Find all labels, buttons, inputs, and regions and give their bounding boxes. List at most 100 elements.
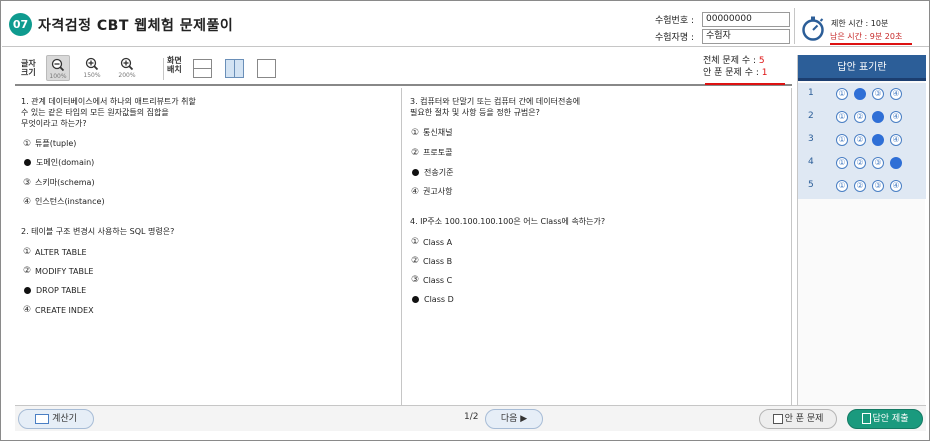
- layout-single-button[interactable]: [257, 59, 276, 78]
- answer-sheet-title: 답안 표기란: [798, 55, 926, 81]
- zoom-150-button[interactable]: 150%: [80, 55, 104, 81]
- question-1-option-3[interactable]: ③ 스키마(schema): [23, 177, 95, 188]
- question-2-option-4[interactable]: ④ CREATE INDEX: [23, 305, 94, 315]
- question-4-option-1[interactable]: ① Class A: [411, 237, 452, 247]
- answer-choice-1[interactable]: ①: [836, 180, 848, 192]
- answer-choice-4-selected[interactable]: [890, 157, 902, 169]
- option-text: Class B: [423, 256, 453, 266]
- option-text: DROP TABLE: [36, 286, 87, 295]
- answer-choice-3-selected[interactable]: [872, 134, 884, 146]
- question-3-option-3[interactable]: 전송기준: [411, 167, 453, 178]
- question-2-text: 2. 테이블 구조 변경시 사용하는 SQL 명령은?: [21, 226, 174, 237]
- question-3-option-4[interactable]: ④ 권고사항: [411, 186, 452, 197]
- option-text: CREATE INDEX: [35, 305, 94, 315]
- question-3-option-1[interactable]: ① 통신채널: [411, 127, 452, 138]
- question-1-line: 수 있는 같은 타입의 모든 원자값들의 집합을: [21, 108, 169, 117]
- submit-answers-button[interactable]: 답안 제출: [847, 409, 923, 429]
- total-questions: 전체 문제 수 : 5: [703, 55, 768, 67]
- answer-choice-1[interactable]: ①: [836, 88, 848, 100]
- layout-one-column-button[interactable]: [193, 59, 212, 78]
- zoom-in-large-icon: [120, 57, 134, 71]
- answer-choice-2[interactable]: ②: [854, 111, 866, 123]
- calculator-button[interactable]: 계산기: [18, 409, 94, 429]
- time-left-label: 남은 시간 :: [830, 32, 868, 41]
- page-indicator: 1/2: [464, 412, 479, 422]
- exam-number-badge: 07: [9, 13, 32, 36]
- answer-choice-1[interactable]: ①: [836, 157, 848, 169]
- answer-choice-4[interactable]: ④: [890, 134, 902, 146]
- answer-choice-1[interactable]: ①: [836, 111, 848, 123]
- zoom-100-button[interactable]: 100%: [46, 55, 70, 81]
- option-text: 통신채널: [423, 128, 453, 137]
- next-page-button[interactable]: 다음 ▶: [485, 409, 543, 429]
- question-2-option-2[interactable]: ② MODIFY TABLE: [23, 266, 94, 276]
- option-mark: ①: [23, 247, 32, 257]
- question-3-option-2[interactable]: ② 프로토콜: [411, 147, 452, 158]
- option-text: Class C: [423, 275, 453, 285]
- unsolved-value: 1: [761, 68, 768, 78]
- memo-icon: [772, 413, 783, 424]
- question-2-line: 2. 테이블 구조 변경시 사용하는 SQL 명령은?: [21, 227, 175, 236]
- answer-choice-3-selected[interactable]: [872, 111, 884, 123]
- answer-choice-2[interactable]: ②: [854, 134, 866, 146]
- option-mark: ②: [23, 266, 32, 276]
- answer-choice-4[interactable]: ④: [890, 111, 902, 123]
- submit-button-label: 답안 제출: [872, 414, 909, 424]
- answer-choice-4[interactable]: ④: [890, 88, 902, 100]
- layout-divider-h: [194, 68, 211, 69]
- zoom-200-label: 200%: [118, 72, 136, 79]
- answer-choice-3[interactable]: ③: [872, 157, 884, 169]
- answer-choice-1[interactable]: ①: [836, 134, 848, 146]
- answer-row-number: 5: [808, 180, 814, 190]
- option-text: 튜플(tuple): [35, 139, 77, 148]
- question-2-option-1[interactable]: ① ALTER TABLE: [23, 247, 87, 257]
- answer-choice-2[interactable]: ②: [854, 157, 866, 169]
- font-size-label-1: 글자: [21, 59, 36, 68]
- question-4-option-2[interactable]: ② Class B: [411, 256, 452, 266]
- question-3-text: 3. 컴퓨터와 단말기 또는 컴퓨터 간에 데이터전송에 필요한 절차 및 사항…: [410, 96, 580, 118]
- option-text: ALTER TABLE: [35, 247, 87, 257]
- question-1-option-4[interactable]: ④ 인스턴스(instance): [23, 196, 105, 207]
- answer-row-1: 1 ① ③ ④: [798, 83, 926, 106]
- examinee-field: 수험자: [702, 29, 790, 44]
- answer-sheet-rows: 1 ① ③ ④ 2 ① ② ④ 3 ① ② ④ 4 ① ② ③ 5 ① ② ③ …: [798, 83, 926, 199]
- question-column-left: 1. 관계 데이터베이스에서 하나의 애트리뷰트가 취할 수 있는 같은 타입의…: [15, 88, 402, 405]
- option-text: Class D: [424, 295, 454, 304]
- question-4-option-3[interactable]: ③ Class C: [411, 275, 452, 285]
- answer-choice-3[interactable]: ③: [872, 88, 884, 100]
- header-divider: [794, 8, 795, 44]
- question-4-option-4[interactable]: Class D: [411, 295, 454, 304]
- time-left-value: 9분 20초: [869, 32, 903, 41]
- layout-divider-v: [234, 60, 235, 77]
- answer-choice-2-selected[interactable]: [854, 88, 866, 100]
- answer-row-number: 3: [808, 134, 814, 144]
- option-mark: ④: [23, 196, 32, 207]
- question-1-option-1[interactable]: ① 튜플(tuple): [23, 138, 76, 149]
- question-2-option-3[interactable]: DROP TABLE: [23, 286, 86, 295]
- unsolved-questions-button[interactable]: 안 푼 문제: [759, 409, 837, 429]
- option-text: 전송기준: [424, 168, 454, 177]
- option-mark: ②: [411, 256, 420, 266]
- answer-row-number: 2: [808, 111, 814, 121]
- question-column-right: 3. 컴퓨터와 단말기 또는 컴퓨터 간에 데이터전송에 필요한 절차 및 사항…: [402, 88, 792, 405]
- zoom-in-icon: [85, 57, 99, 71]
- answer-row-number: 1: [808, 88, 814, 98]
- total-label: 전체 문제 수 :: [703, 56, 757, 66]
- toolbar-divider: [163, 58, 164, 80]
- answer-row-3: 3 ① ② ④: [798, 129, 926, 152]
- answer-choice-2[interactable]: ②: [854, 180, 866, 192]
- layout-two-column-button[interactable]: [225, 59, 244, 78]
- selected-dot-icon: [24, 287, 31, 294]
- zoom-200-button[interactable]: 200%: [115, 55, 139, 81]
- answer-choice-3[interactable]: ③: [872, 180, 884, 192]
- option-mark: ①: [23, 138, 32, 149]
- question-1-text: 1. 관계 데이터베이스에서 하나의 애트리뷰트가 취할 수 있는 같은 타입의…: [21, 96, 196, 129]
- option-text: 인스턴스(instance): [35, 197, 105, 206]
- answer-row-number: 4: [808, 157, 814, 167]
- exam-no-label: 수험번호 :: [654, 16, 694, 26]
- answer-choice-4[interactable]: ④: [890, 180, 902, 192]
- question-1-option-2[interactable]: 도메인(domain): [23, 157, 94, 168]
- answer-row-2: 2 ① ② ④: [798, 106, 926, 129]
- layout-label-2: 배치: [167, 65, 182, 74]
- option-text: 권고사항: [423, 187, 453, 196]
